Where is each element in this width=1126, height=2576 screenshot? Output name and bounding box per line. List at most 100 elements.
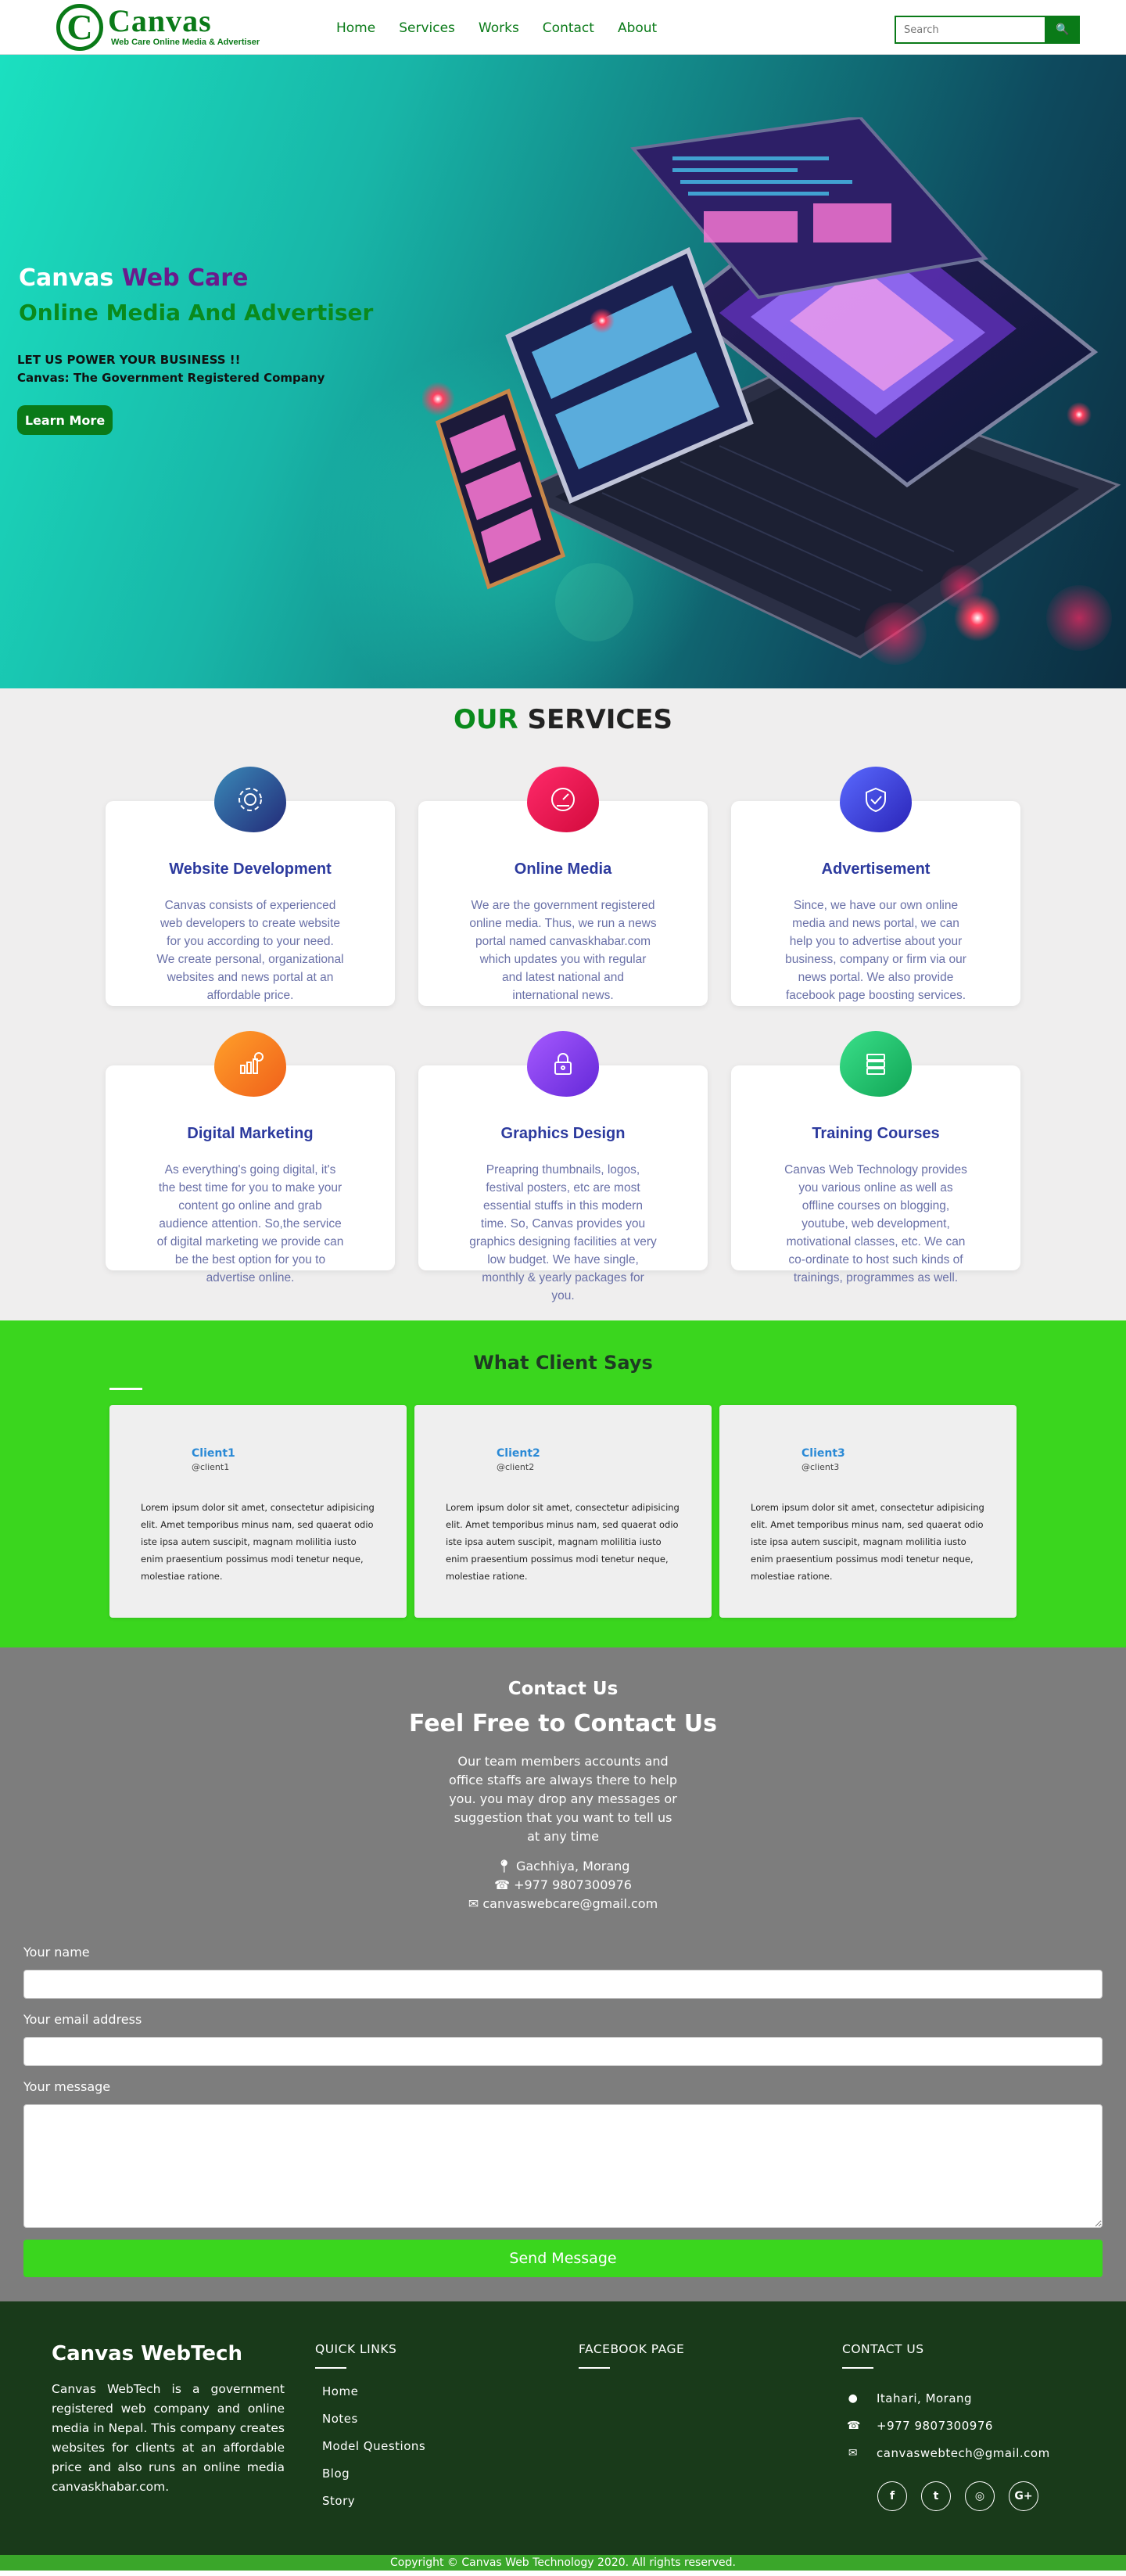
footer-link-notes[interactable]: Notes bbox=[322, 2412, 425, 2439]
main-nav: Home Services Works Contact About bbox=[336, 20, 657, 36]
services-heading: OUR SERVICES bbox=[453, 704, 673, 735]
nav-link-works[interactable]: Works bbox=[479, 20, 519, 36]
map-marker-icon: ● bbox=[848, 2391, 859, 2405]
service-description: We are the government registered online … bbox=[469, 899, 657, 1002]
footer-contact-phone: ☎ +977 9807300976 bbox=[847, 2418, 993, 2433]
phone-icon: ☎ bbox=[847, 2419, 861, 2432]
facebook-icon[interactable]: f bbox=[877, 2481, 907, 2511]
logo-mark: C bbox=[56, 4, 103, 51]
email-field-label: Your email address bbox=[23, 2012, 142, 2027]
services-section: OUR SERVICES Website Development Canvas … bbox=[0, 688, 1126, 1320]
testimonial-card: Client1 @client1 Lorem ipsum dolor sit a… bbox=[109, 1405, 407, 1618]
client-name: Client3 bbox=[801, 1447, 845, 1460]
service-card-online-media[interactable]: Online Media We are the government regis… bbox=[418, 767, 708, 1006]
footer-about: Canvas WebTech is a government registere… bbox=[52, 2382, 285, 2494]
copyright: Copyright © Canvas Web Technology 2020. … bbox=[0, 2555, 1126, 2571]
hero-section: Canvas Web Care Online Media And Adverti… bbox=[0, 55, 1126, 688]
quick-links-list: Home Notes Model Questions Blog Story bbox=[322, 2384, 425, 2521]
contact-subtitle: Feel Free to Contact Us bbox=[409, 1710, 717, 1737]
client-name: Client2 bbox=[497, 1447, 540, 1460]
service-card-digital-marketing[interactable]: Digital Marketing As everything's going … bbox=[106, 1031, 395, 1284]
testimonial-text: Lorem ipsum dolor sit amet, consectetur … bbox=[141, 1502, 375, 1582]
twitter-icon[interactable]: t bbox=[921, 2481, 951, 2511]
navbar: C Canvas Web Care Online Media & Adverti… bbox=[0, 0, 1126, 55]
testimonials-heading: What Client Says bbox=[473, 1352, 653, 1374]
facebook-page-heading: FACEBOOK PAGE bbox=[579, 2342, 685, 2356]
service-title: Website Development bbox=[169, 860, 332, 878]
envelope-icon: ✉ bbox=[468, 1896, 479, 1911]
quick-links-heading: QUICK LINKS bbox=[315, 2342, 397, 2356]
contact-description: Our team members accounts and office sta… bbox=[449, 1754, 677, 1844]
chart-icon bbox=[214, 1031, 286, 1097]
hero-devices-illustration bbox=[422, 117, 1121, 665]
service-description: Since, we have our own online media and … bbox=[785, 899, 966, 1002]
nav-link-about[interactable]: About bbox=[618, 20, 657, 36]
map-marker-icon: 📍︎ bbox=[496, 1859, 512, 1874]
footer-link-blog[interactable]: Blog bbox=[322, 2466, 425, 2494]
service-card-training-courses[interactable]: Training Courses Canvas Web Technology p… bbox=[731, 1031, 1020, 1284]
service-title: Digital Marketing bbox=[187, 1125, 314, 1142]
hero-tagline: LET US POWER YOUR BUSINESS !! bbox=[17, 353, 241, 367]
heading-underline bbox=[109, 1388, 142, 1390]
hero-company-note: Canvas: The Government Registered Compan… bbox=[17, 371, 325, 385]
footer-contact-list: ● Itahari, Morang ☎ +977 9807300976 ✉ canva… bbox=[847, 2384, 1050, 2466]
instagram-icon[interactable]: ◎ bbox=[965, 2481, 995, 2511]
service-description: Canvas consists of experienced web devel… bbox=[156, 899, 344, 1002]
send-message-button[interactable]: Send Message bbox=[23, 2240, 1103, 2277]
logo-brand: Canvas bbox=[108, 3, 212, 38]
footer-contact-address: ● Itahari, Morang bbox=[848, 2391, 973, 2405]
envelope-icon: ✉ bbox=[848, 2446, 859, 2459]
search-input[interactable] bbox=[895, 16, 1046, 44]
footer-link-story[interactable]: Story bbox=[322, 2494, 425, 2521]
name-field[interactable] bbox=[23, 1970, 1103, 1999]
service-card-advertisement[interactable]: Advertisement Since, we have our own onl… bbox=[731, 767, 1020, 1006]
nav-link-contact[interactable]: Contact bbox=[543, 20, 594, 36]
gear-icon bbox=[214, 767, 286, 832]
server-icon bbox=[840, 1031, 912, 1097]
testimonial-text: Lorem ipsum dolor sit amet, consectetur … bbox=[446, 1502, 680, 1582]
testimonials-section: What Client Says Client1 @client1 Lorem … bbox=[0, 1320, 1126, 1647]
service-description: Preapring thumbnails, logos, festival po… bbox=[469, 1163, 657, 1302]
contact-phone: ☎ +977 9807300976 bbox=[494, 1877, 632, 1892]
learn-more-button[interactable]: Learn More bbox=[17, 405, 113, 435]
testimonial-card: Client2 @client2 Lorem ipsum dolor sit a… bbox=[414, 1405, 712, 1618]
service-card-graphics-design[interactable]: Graphics Design Preapring thumbnails, lo… bbox=[418, 1031, 708, 1302]
footer-link-home[interactable]: Home bbox=[322, 2384, 425, 2412]
service-description: Canvas Web Technology provides you vario… bbox=[784, 1163, 967, 1284]
message-field[interactable] bbox=[23, 2104, 1103, 2228]
service-description: As everything's going digital, it's the … bbox=[156, 1163, 344, 1284]
speedometer-icon bbox=[527, 767, 599, 832]
footer: Canvas WebTech Canvas WebTech is a gover… bbox=[0, 2301, 1126, 2571]
contact-section: Contact Us Feel Free to Contact Us Our t… bbox=[0, 1647, 1126, 2301]
client-name: Client1 bbox=[192, 1447, 235, 1460]
footer-contact-email: ✉ canvaswebtech@gmail.com bbox=[848, 2445, 1050, 2460]
service-title: Online Media bbox=[514, 860, 612, 878]
search-icon: 🔍 bbox=[1056, 23, 1070, 36]
message-field-label: Your message bbox=[23, 2079, 111, 2094]
shield-icon bbox=[840, 767, 912, 832]
google-plus-icon[interactable]: G+ bbox=[1009, 2481, 1038, 2511]
search-button[interactable]: 🔍 bbox=[1045, 16, 1080, 44]
testimonial-text: Lorem ipsum dolor sit amet, consectetur … bbox=[751, 1502, 984, 1582]
nav-link-services[interactable]: Services bbox=[399, 20, 455, 36]
client-handle: @client2 bbox=[497, 1462, 535, 1472]
service-title: Advertisement bbox=[821, 860, 931, 878]
testimonial-card: Client3 @client3 Lorem ipsum dolor sit a… bbox=[719, 1405, 1017, 1618]
lock-icon bbox=[527, 1031, 599, 1097]
email-field[interactable] bbox=[23, 2037, 1103, 2066]
service-title: Training Courses bbox=[812, 1125, 940, 1142]
contact-address: 📍︎ Gachhiya, Morang bbox=[496, 1859, 630, 1874]
footer-link-model-questions[interactable]: Model Questions bbox=[322, 2439, 425, 2466]
hero-title: Canvas Web Care bbox=[19, 264, 249, 292]
client-handle: @client3 bbox=[801, 1462, 840, 1472]
footer-brand: Canvas WebTech bbox=[52, 2342, 242, 2366]
hero-subtitle: Online Media And Advertiser bbox=[19, 300, 374, 325]
phone-icon: ☎ bbox=[494, 1877, 510, 1892]
logo[interactable]: C Canvas Web Care Online Media & Adverti… bbox=[55, 2, 260, 51]
contact-title: Contact Us bbox=[507, 1679, 619, 1699]
nav-link-home[interactable]: Home bbox=[336, 20, 375, 36]
name-field-label: Your name bbox=[23, 1945, 90, 1960]
logo-tagline: Web Care Online Media & Advertiser bbox=[111, 38, 260, 47]
service-card-website-development[interactable]: Website Development Canvas consists of e… bbox=[106, 767, 395, 1006]
service-title: Graphics Design bbox=[500, 1125, 626, 1142]
